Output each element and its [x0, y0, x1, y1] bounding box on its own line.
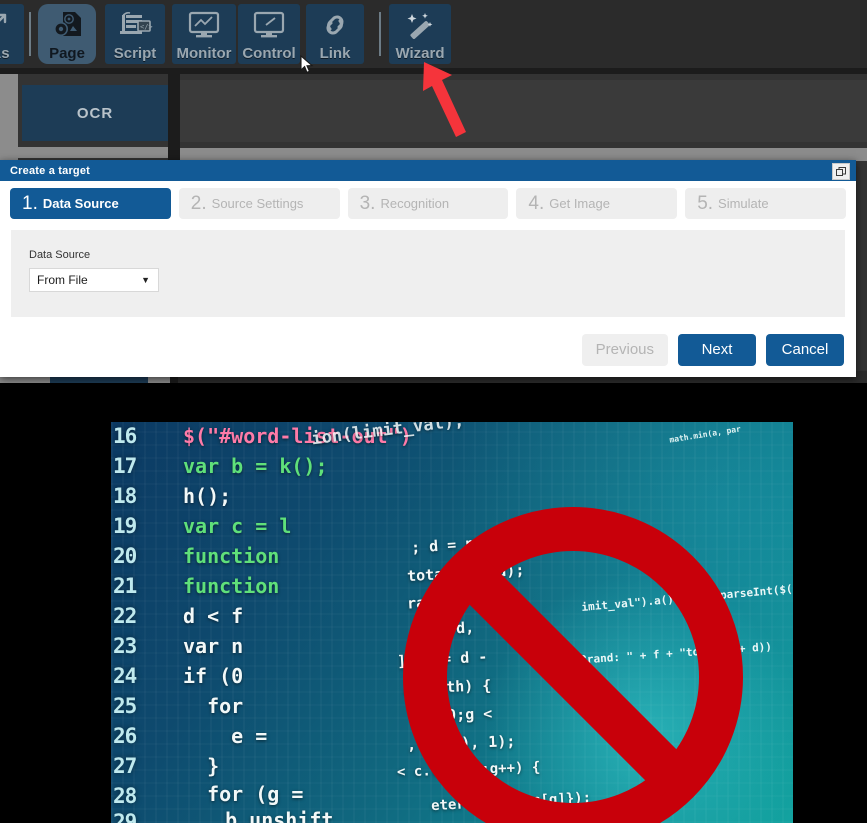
code-line: function — [183, 574, 280, 598]
code-overlay-fragment: (f = d, — [410, 618, 475, 640]
step-number: 3. — [359, 192, 376, 214]
step-label: Get Image — [549, 195, 610, 211]
data-source-select[interactable]: From File ▼ — [29, 268, 159, 292]
ribbon-button-label: Script — [113, 45, 157, 62]
save-as-icon — [0, 4, 24, 45]
line-number: 20 — [113, 544, 137, 568]
dialog-title: Create a target — [10, 164, 91, 177]
code-overlay-fragment: g = 0;g < — [410, 704, 493, 726]
dialog-footer: Previous Next Cancel — [0, 322, 856, 377]
line-number: 27 — [113, 754, 137, 778]
code-overlay-fragment: , c[g]), 1); — [406, 732, 516, 754]
wizard-step-source-settings[interactable]: 2. Source Settings — [178, 187, 340, 219]
ribbon-button-script[interactable]: </> Script — [105, 4, 165, 64]
ribbon-button-label: As — [0, 45, 10, 62]
code-line: for — [183, 694, 244, 718]
workspace-tab-label: OCR — [76, 104, 114, 122]
step-number: 4. — [528, 192, 545, 214]
ribbon-separator-2 — [379, 12, 381, 56]
step-number: 1. — [22, 192, 38, 214]
line-number: 23 — [113, 634, 137, 658]
ribbon-button-label: Link — [319, 45, 351, 62]
code-line: var c = l — [183, 514, 292, 538]
wizard-step-data-source[interactable]: 1. Data Source — [10, 187, 171, 219]
code-line: e = — [183, 724, 268, 748]
next-button[interactable]: Next — [678, 333, 756, 366]
line-number: 16 — [113, 424, 137, 448]
line-number: 22 — [113, 604, 137, 628]
code-screenshot-image: 16 17 18 19 20 21 22 23 24 25 26 27 28 2… — [111, 422, 793, 823]
wizard-steps: 1. Data Source 2. Source Settings 3. Rec… — [0, 181, 856, 225]
restore-window-icon[interactable] — [832, 163, 850, 180]
line-number: 19 — [113, 514, 137, 538]
step-number: 5. — [697, 192, 714, 214]
line-number: 28 — [113, 784, 137, 808]
tab-underline-strip — [18, 147, 168, 158]
script-code-icon: </> — [105, 4, 165, 45]
chevron-down-icon: ▼ — [141, 275, 150, 285]
code-overlay-fragment: .length) { — [400, 676, 492, 698]
code-line: } — [183, 754, 220, 778]
dialog-body: Data Source From File ▼ — [11, 230, 845, 317]
ribbon-button-control[interactable]: Control — [238, 4, 300, 64]
ribbon-button-wizard[interactable]: Wizard — [389, 4, 451, 64]
ribbon-button-page[interactable]: Page — [38, 4, 96, 64]
code-line: if (0 — [183, 664, 244, 688]
step-label: Simulate — [718, 195, 769, 211]
data-source-label: Data Source — [29, 249, 91, 261]
ribbon-button-label: Monitor — [176, 45, 232, 62]
wizard-step-get-image[interactable]: 4. Get Image — [516, 187, 678, 219]
ribbon-toolbar: As Page — [0, 0, 867, 68]
workspace-right-panel — [180, 80, 867, 142]
wizard-step-recognition[interactable]: 3. Recognition — [347, 187, 509, 219]
line-number: 17 — [113, 454, 137, 478]
ribbon-button-label: Page — [49, 45, 85, 62]
svg-text:</>: </> — [140, 23, 153, 31]
step-label: Recognition — [380, 195, 450, 211]
wizard-step-simulate[interactable]: 5. Simulate — [685, 187, 846, 219]
code-line: function — [183, 544, 280, 568]
line-number: 21 — [113, 574, 137, 598]
step-label: Source Settings — [211, 195, 304, 211]
bottom-image-panel: 16 17 18 19 20 21 22 23 24 25 26 27 28 2… — [0, 383, 867, 823]
ribbon-button-link[interactable]: Link — [306, 4, 364, 64]
line-number: 24 — [113, 664, 137, 688]
code-line: var b = k(); — [183, 454, 328, 478]
step-label: Data Source — [42, 195, 119, 211]
magic-wand-icon — [389, 4, 451, 45]
workspace-tab-ocr[interactable]: OCR — [22, 85, 168, 141]
ribbon-button-monitor[interactable]: Monitor — [172, 4, 236, 64]
ribbon-button-save-as[interactable]: As — [0, 4, 24, 64]
code-line: var n — [183, 634, 244, 658]
chain-link-icon — [306, 4, 364, 45]
line-number: 18 — [113, 484, 137, 508]
previous-button[interactable]: Previous — [581, 333, 668, 366]
line-number: 26 — [113, 724, 137, 748]
code-line-number-gutter: 16 17 18 19 20 21 22 23 24 25 26 27 28 2… — [111, 422, 169, 823]
create-target-dialog: Create a target 1. Data Source 2. Source… — [0, 160, 856, 377]
line-number: 29 — [113, 810, 137, 823]
ribbon-separator-1 — [29, 12, 31, 56]
ribbon-button-label: Control — [242, 45, 296, 62]
ribbon-button-label: Wizard — [395, 45, 445, 62]
control-monitor-icon — [238, 4, 300, 45]
page-gear-icon — [38, 4, 96, 45]
dialog-titlebar: Create a target — [0, 160, 856, 181]
cancel-button[interactable]: Cancel — [766, 333, 844, 366]
monitor-chart-icon — [172, 4, 236, 45]
code-line: h(); — [183, 484, 232, 508]
code-line: for (g = — [183, 782, 304, 806]
step-number: 2. — [190, 192, 207, 214]
line-number: 25 — [113, 694, 137, 718]
code-line: d < f — [183, 604, 244, 628]
data-source-value: From File — [37, 273, 88, 287]
code-line: b.unshift — [201, 808, 334, 823]
application-window: As Page — [0, 0, 867, 383]
